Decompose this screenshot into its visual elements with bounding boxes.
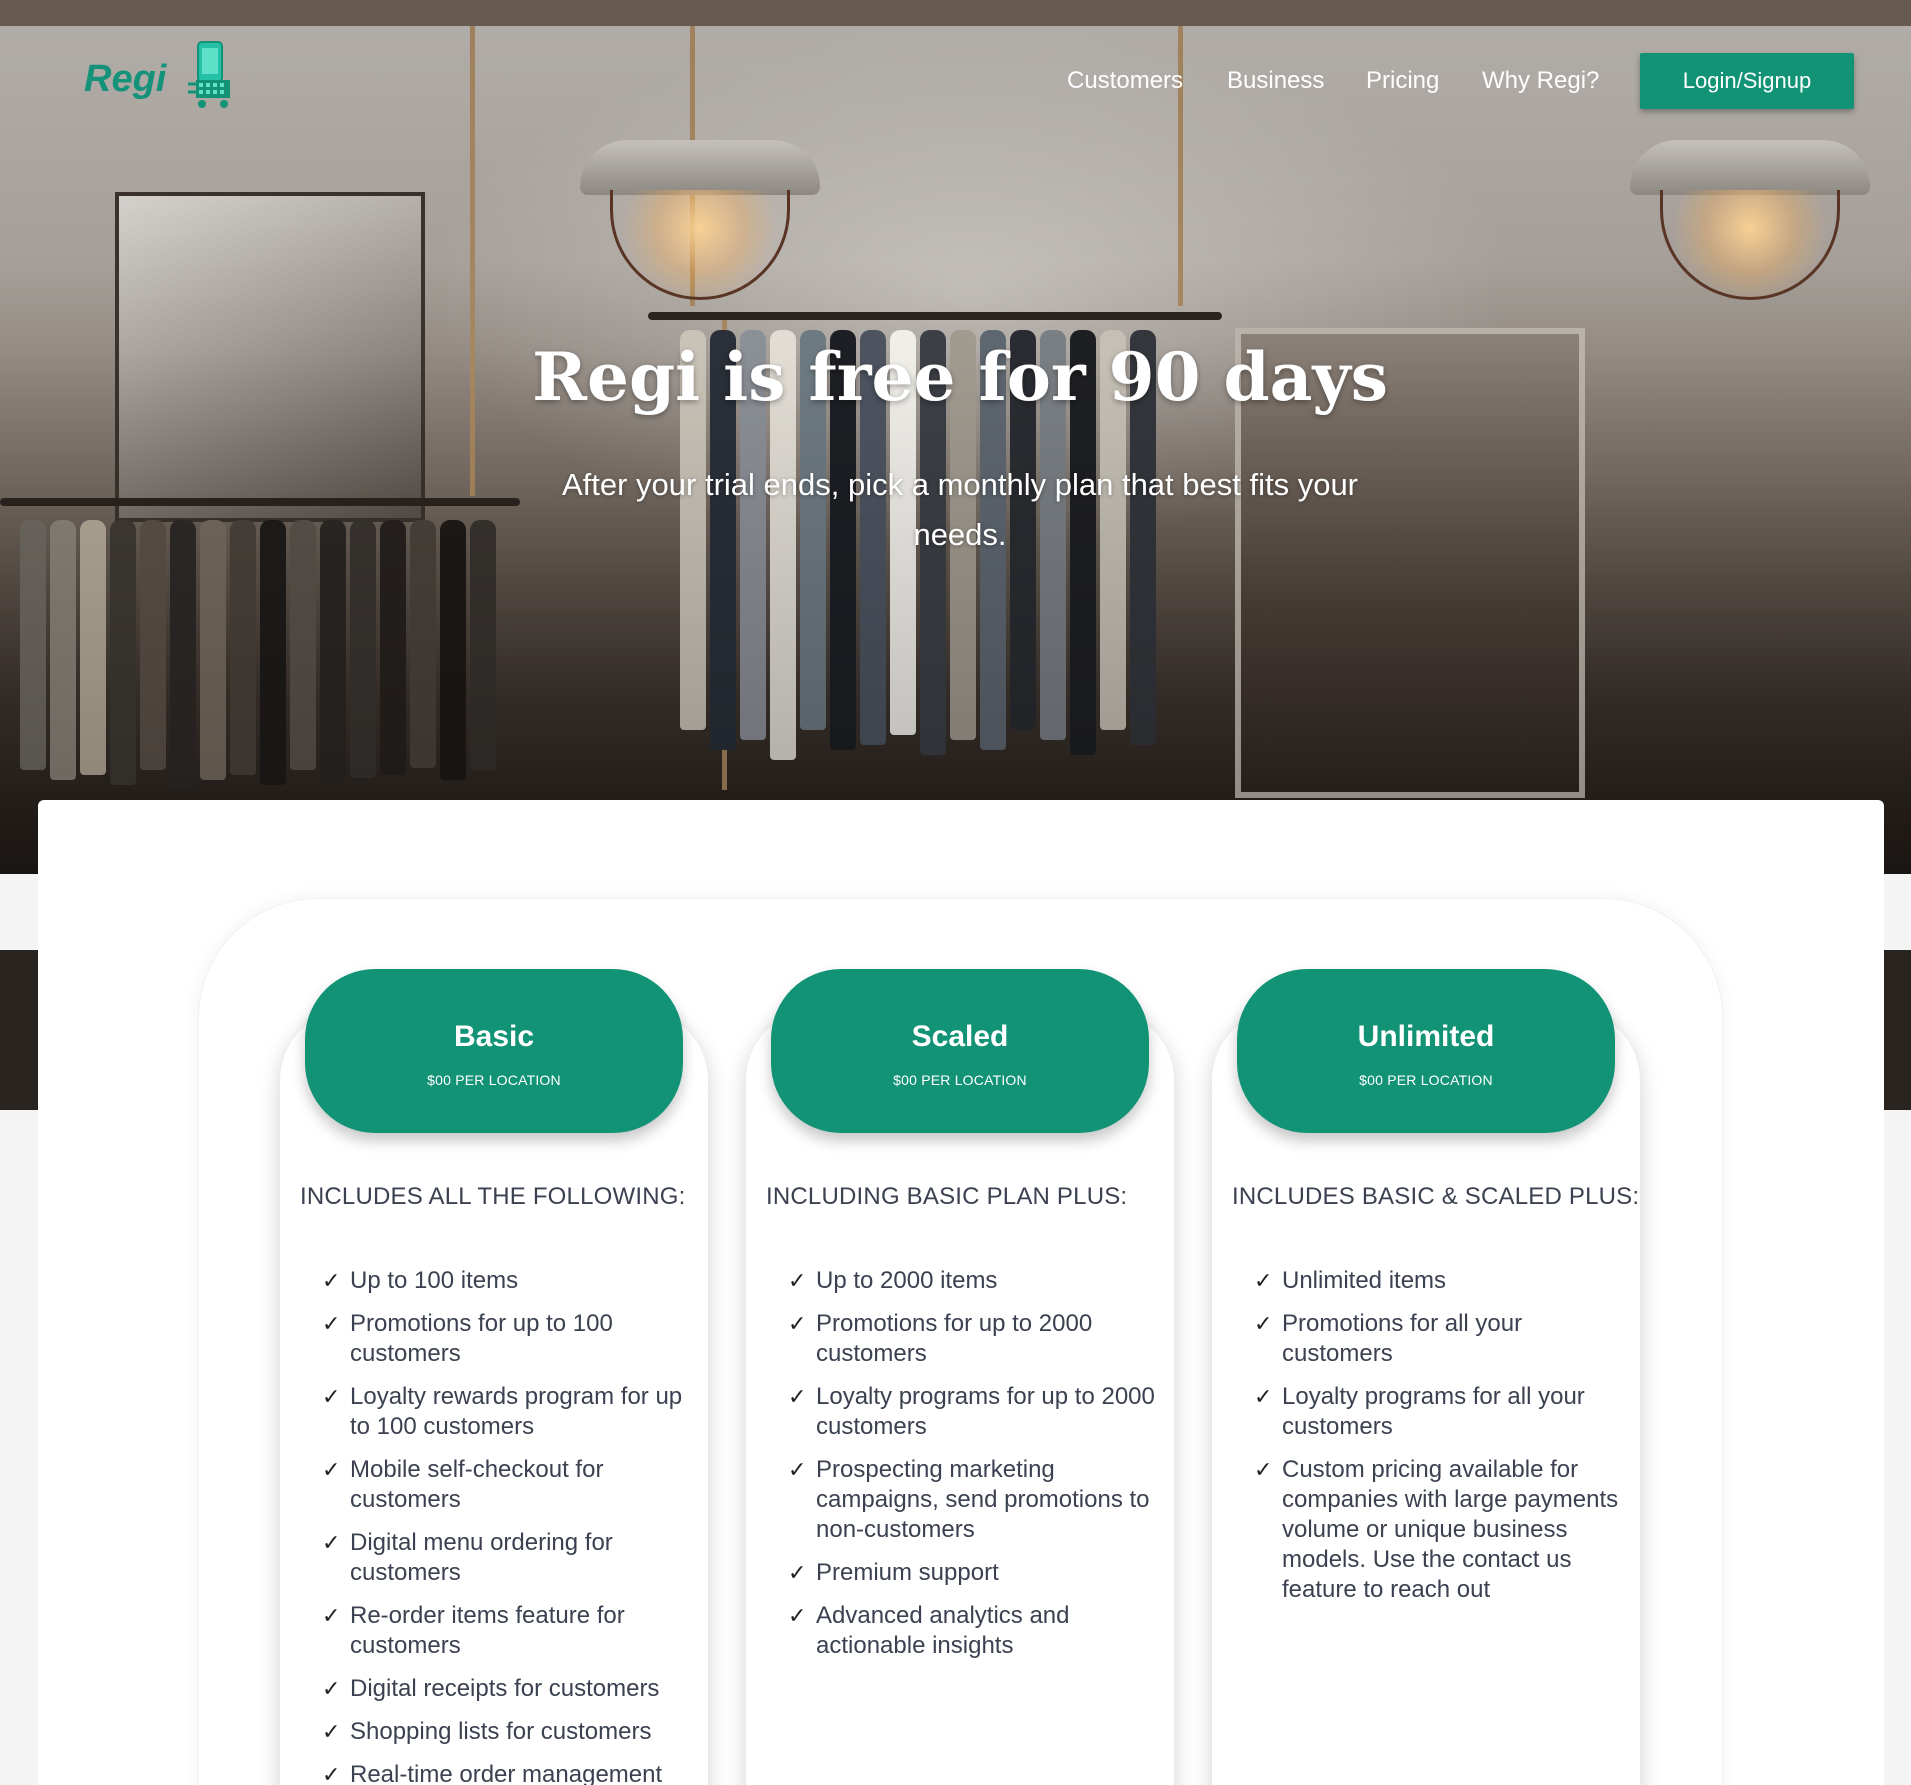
hero-title: Regi is free for 90 days [532, 338, 1388, 416]
list-item: ✓ Digital menu ordering for customers [322, 1528, 692, 1588]
plan-subtitle-unlimited: INCLUDES BASIC & SCALED PLUS: [1232, 1183, 1640, 1210]
feature-list-basic: ✓ Up to 100 items ✓ Promotions for up to 1… [322, 1266, 692, 1785]
check-icon: ✓ [322, 1530, 341, 1555]
feature-text: Shopping lists for customers [350, 1718, 652, 1745]
check-icon: ✓ [322, 1311, 341, 1336]
list-item: ✓ Shopping lists for customers [322, 1717, 692, 1747]
hero-subtitle: After your trial ends, pick a monthly pl… [561, 467, 1359, 552]
check-icon: ✓ [322, 1603, 341, 1628]
list-item: ✓ Custom pricing available for companies … [1254, 1455, 1624, 1605]
feature-text: Mobile self-checkout for customers [350, 1456, 604, 1513]
nav-item-why-regi[interactable]: Why Regi? [1482, 66, 1599, 96]
check-icon: ✓ [788, 1603, 807, 1628]
brand-logo-text: Regi [84, 58, 167, 100]
plan-name: Unlimited [1357, 1020, 1495, 1053]
hero-overlay [0, 0, 1911, 874]
plan-price: $00 PER LOCATION [893, 1072, 1027, 1088]
plan-header-unlimited[interactable]: Unlimited $00 PER LOCATION [1237, 969, 1615, 1133]
nav-item-customers[interactable]: Customers [1067, 66, 1183, 96]
plan-header-scaled[interactable]: Scaled $00 PER LOCATION [771, 969, 1149, 1133]
check-icon: ✓ [1254, 1311, 1273, 1336]
feature-text: Re-order items feature for customers [350, 1602, 625, 1659]
check-icon: ✓ [788, 1311, 807, 1336]
feature-text: Real-time order management [350, 1761, 663, 1785]
list-item: ✓ Up to 2000 items [788, 1266, 1158, 1296]
list-item: ✓ Loyalty rewards program for up to 100 c… [322, 1382, 692, 1442]
feature-text: Advanced analytics and actionable insigh… [816, 1602, 1070, 1659]
feature-text: Promotions for all your customers [1282, 1310, 1523, 1367]
plan-name: Scaled [911, 1020, 1009, 1053]
list-item: ✓ Advanced analytics and actionable insig… [788, 1601, 1158, 1661]
list-item: ✓ Premium support [788, 1558, 1158, 1588]
phone-cart-icon [188, 41, 230, 108]
list-item: ✓ Prospecting marketing campaigns, send p… [788, 1455, 1158, 1545]
check-icon: ✓ [322, 1268, 341, 1293]
list-item: ✓ Unlimited items [1254, 1266, 1624, 1296]
list-item: ✓ Loyalty programs for all your customers [1254, 1382, 1624, 1442]
feature-text: Loyalty rewards program for up to 100 cu… [350, 1383, 683, 1440]
check-icon: ✓ [322, 1457, 341, 1482]
check-icon: ✓ [788, 1560, 807, 1585]
feature-text: Loyalty programs for up to 2000 customer… [816, 1383, 1155, 1440]
feature-text: Loyalty programs for all your customers [1282, 1383, 1585, 1440]
check-icon: ✓ [1254, 1268, 1273, 1293]
side-strip-right [1884, 950, 1911, 1110]
feature-text: Unlimited items [1282, 1267, 1447, 1294]
brand-logo[interactable]: Regi [84, 40, 234, 112]
nav-item-business[interactable]: Business [1227, 66, 1324, 96]
feature-text: Promotions for up to 100 customers [350, 1310, 613, 1367]
list-item: ✓ Promotions for all your customers [1254, 1309, 1624, 1369]
plan-subtitle-scaled: INCLUDING BASIC PLAN PLUS: [766, 1183, 1128, 1210]
nav-link-pricing[interactable]: Pricing [1366, 67, 1439, 95]
feature-text: Prospecting marketing campaigns, send pr… [816, 1456, 1150, 1543]
nav-item-pricing[interactable]: Pricing [1366, 66, 1439, 96]
check-icon: ✓ [322, 1676, 341, 1701]
check-icon: ✓ [1254, 1384, 1273, 1409]
feature-text: Up to 2000 items [816, 1267, 998, 1294]
list-item: ✓ Re-order items feature for customers [322, 1601, 692, 1661]
list-item: ✓ Promotions for up to 100 customers [322, 1309, 692, 1369]
plan-price: $00 PER LOCATION [1359, 1072, 1493, 1088]
feature-text: Up to 100 items [350, 1267, 519, 1294]
feature-text: Digital menu ordering for customers [350, 1529, 613, 1586]
check-icon: ✓ [788, 1457, 807, 1482]
feature-text: Promotions for up to 2000 customers [816, 1310, 1093, 1367]
list-item: ✓ Loyalty programs for up to 2000 custome… [788, 1382, 1158, 1442]
feature-text: Custom pricing available for companies w… [1282, 1456, 1619, 1603]
plan-price: $00 PER LOCATION [427, 1072, 561, 1088]
check-icon: ✓ [788, 1268, 807, 1293]
list-item: ✓ Promotions for up to 2000 customers [788, 1309, 1158, 1369]
login-signup-button[interactable]: Login/Signup [1640, 53, 1854, 109]
side-strip-left [0, 950, 38, 1110]
nav-link-customers[interactable]: Customers [1067, 67, 1183, 95]
plan-name: Basic [453, 1020, 535, 1053]
list-item: ✓ Mobile self-checkout for customers [322, 1455, 692, 1515]
list-item: ✓ Digital receipts for customers [322, 1674, 692, 1704]
feature-list-scaled: ✓ Up to 2000 items ✓ Promotions for up to … [788, 1266, 1158, 1674]
nav-link-why-regi[interactable]: Why Regi? [1482, 67, 1599, 95]
nav-link-business[interactable]: Business [1227, 67, 1324, 95]
feature-text: Digital receipts for customers [350, 1675, 660, 1702]
plan-subtitle-basic: INCLUDES ALL THE FOLLOWING: [300, 1183, 686, 1210]
check-icon: ✓ [322, 1384, 341, 1409]
check-icon: ✓ [788, 1384, 807, 1409]
hero-section [0, 0, 1911, 874]
plan-header-basic[interactable]: Basic $00 PER LOCATION [305, 969, 683, 1133]
list-item: ✓ Real-time order management [322, 1760, 692, 1785]
check-icon: ✓ [1254, 1457, 1273, 1482]
feature-text: Premium support [816, 1559, 999, 1586]
list-item: ✓ Up to 100 items [322, 1266, 692, 1296]
check-icon: ✓ [322, 1719, 341, 1744]
feature-list-unlimited: ✓ Unlimited items ✓ Promotions for all you… [1254, 1266, 1624, 1618]
check-icon: ✓ [322, 1762, 341, 1785]
